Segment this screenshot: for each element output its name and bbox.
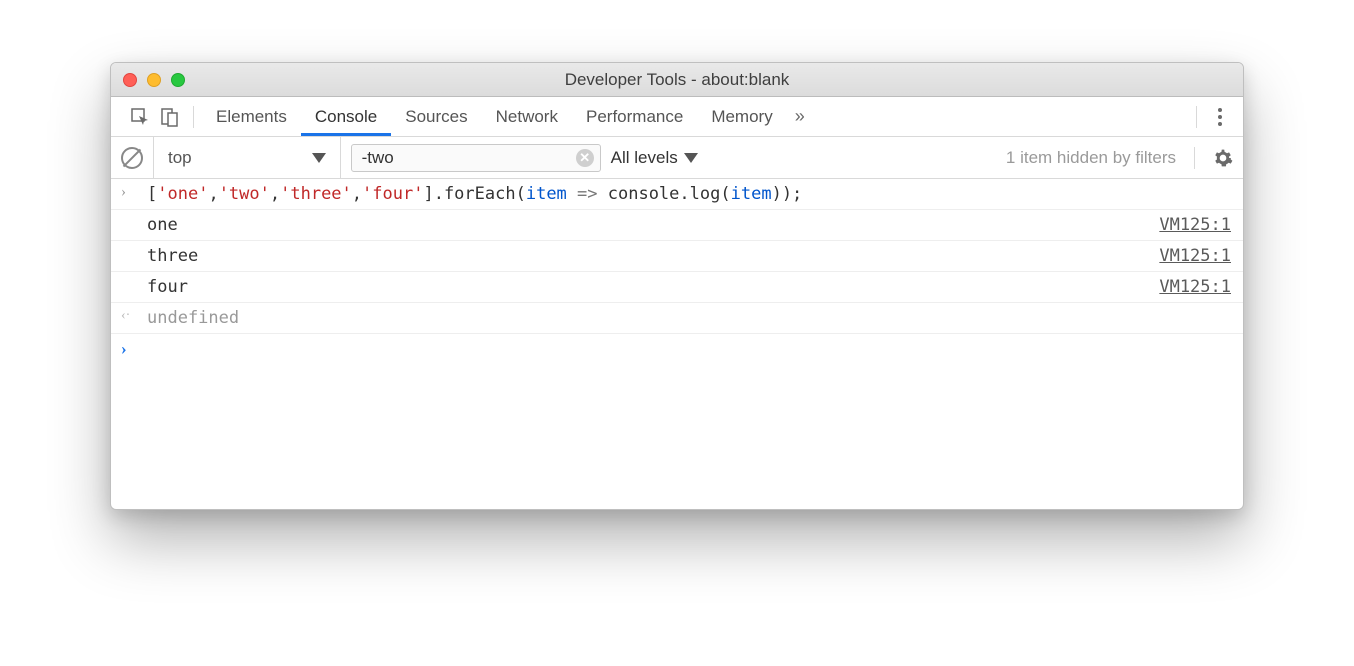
console-return-row: ‹· undefined xyxy=(111,303,1243,334)
console-log-row: one VM125:1 xyxy=(111,210,1243,241)
separator xyxy=(1196,106,1197,128)
separator xyxy=(193,106,194,128)
source-link[interactable]: VM125:1 xyxy=(1159,277,1231,297)
log-text: four xyxy=(147,277,1147,297)
inspect-element-icon[interactable] xyxy=(125,102,155,132)
console-input-row: › ['one','two','three','four'].forEach(i… xyxy=(111,179,1243,210)
tab-memory[interactable]: Memory xyxy=(697,97,786,136)
log-text: one xyxy=(147,215,1147,235)
traffic-lights xyxy=(123,73,185,87)
console-filter-bar: top -two ✕ All levels 1 item hidden by f… xyxy=(111,137,1243,179)
log-text: three xyxy=(147,246,1147,266)
tab-elements[interactable]: Elements xyxy=(202,97,301,136)
more-tabs-icon[interactable]: » xyxy=(795,106,805,127)
console-prompt-row[interactable]: › xyxy=(111,334,1243,364)
filter-input[interactable]: -two ✕ xyxy=(351,144,601,172)
clear-filter-icon[interactable]: ✕ xyxy=(576,149,594,167)
context-label: top xyxy=(168,148,192,168)
source-link[interactable]: VM125:1 xyxy=(1159,246,1231,266)
tab-sources[interactable]: Sources xyxy=(391,97,481,136)
settings-menu-icon[interactable] xyxy=(1205,108,1235,126)
return-chevron-icon: ‹· xyxy=(121,308,147,324)
device-toolbar-icon[interactable] xyxy=(155,102,185,132)
tab-network[interactable]: Network xyxy=(482,97,572,136)
prompt-chevron-icon: › xyxy=(121,339,147,359)
chevron-down-icon xyxy=(684,153,698,163)
hidden-by-filters-message: 1 item hidden by filters xyxy=(1006,148,1176,168)
console-input-code[interactable]: ['one','two','three','four'].forEach(ite… xyxy=(147,184,1231,204)
execution-context-selector[interactable]: top xyxy=(153,137,341,178)
minimize-window-button[interactable] xyxy=(147,73,161,87)
tab-console[interactable]: Console xyxy=(301,97,391,136)
input-chevron-icon: › xyxy=(121,184,147,201)
chevron-down-icon xyxy=(312,153,326,163)
filter-value: -two xyxy=(362,148,576,168)
panel-tabs-bar: Elements Console Sources Network Perform… xyxy=(111,97,1243,137)
close-window-button[interactable] xyxy=(123,73,137,87)
levels-label: All levels xyxy=(611,148,678,168)
log-levels-selector[interactable]: All levels xyxy=(611,148,698,168)
window-titlebar: Developer Tools - about:blank xyxy=(111,63,1243,97)
return-value: undefined xyxy=(147,308,1231,328)
console-log-row: four VM125:1 xyxy=(111,272,1243,303)
devtools-window: Developer Tools - about:blank Elements C… xyxy=(110,62,1244,510)
console-log-row: three VM125:1 xyxy=(111,241,1243,272)
zoom-window-button[interactable] xyxy=(171,73,185,87)
separator xyxy=(1194,147,1195,169)
console-body: › ['one','two','three','four'].forEach(i… xyxy=(111,179,1243,364)
tab-performance[interactable]: Performance xyxy=(572,97,697,136)
clear-console-icon[interactable] xyxy=(121,147,143,169)
source-link[interactable]: VM125:1 xyxy=(1159,215,1231,235)
window-title: Developer Tools - about:blank xyxy=(565,70,790,90)
console-settings-icon[interactable] xyxy=(1213,148,1233,168)
